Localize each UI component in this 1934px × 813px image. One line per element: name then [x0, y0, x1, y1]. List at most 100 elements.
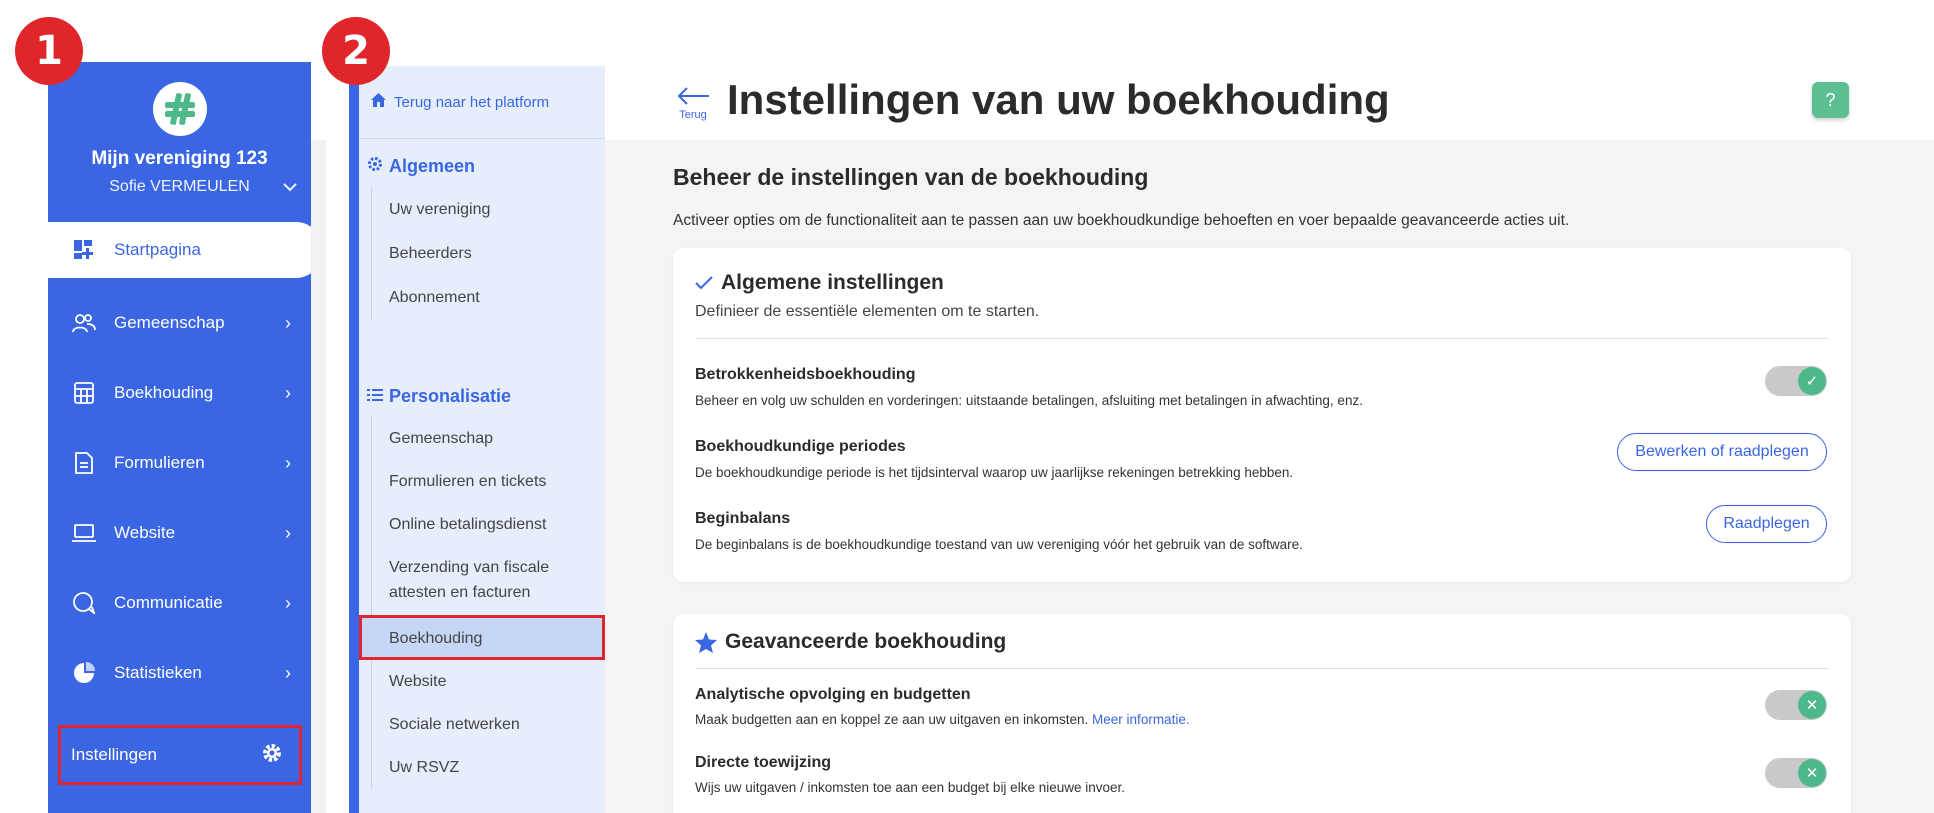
- subnav-item-sociale-netwerken[interactable]: Sociale netwerken: [359, 703, 605, 746]
- setting-title: Analytische opvolging en budgetten: [695, 686, 971, 703]
- check-icon: [695, 276, 713, 290]
- subnav-item-verzending[interactable]: Verzending van fiscale attesten en factu…: [359, 546, 605, 615]
- card-title: Algemene instellingen: [695, 271, 944, 295]
- view-opening-balance-button[interactable]: Raadplegen: [1706, 505, 1827, 543]
- advanced-accounting-card: Geavanceerde boekhouding Analytische opv…: [673, 614, 1851, 813]
- card-title-label: Algemene instellingen: [721, 271, 944, 294]
- nav-item-instellingen[interactable]: Instellingen: [58, 725, 302, 785]
- chevron-right-icon: ›: [285, 522, 291, 543]
- setting-description: De beginbalans is de boekhoudkundige toe…: [695, 537, 1303, 552]
- gear-icon: [367, 156, 383, 177]
- chevron-right-icon: ›: [285, 312, 291, 333]
- chevron-right-icon: ›: [285, 592, 291, 613]
- user-name: Sofie VERMEULEN: [109, 178, 250, 195]
- community-icon: [72, 311, 96, 335]
- main-content: Beheer de instellingen van de boekhoudin…: [605, 140, 1934, 813]
- section-heading: Beheer de instellingen van de boekhoudin…: [673, 164, 1149, 190]
- laptop-icon: [72, 521, 96, 545]
- nav-item-label: Formulieren: [114, 453, 205, 472]
- direct-assignment-toggle[interactable]: ✕: [1765, 758, 1827, 788]
- chevron-right-icon: ›: [285, 452, 291, 473]
- card-divider: [695, 668, 1829, 669]
- nav-item-boekhouding[interactable]: Boekhouding ›: [48, 358, 311, 428]
- pie-chart-icon: [72, 661, 96, 685]
- star-icon: [695, 631, 717, 653]
- setting-title: Beginbalans: [695, 510, 791, 527]
- check-icon: ✓: [1798, 367, 1826, 395]
- setting-description: De boekhoudkundige periode is het tijdsi…: [695, 465, 1294, 480]
- subnav-item-beheerders[interactable]: Beheerders: [359, 231, 605, 275]
- close-icon: ✕: [1798, 759, 1826, 787]
- document-icon: [72, 451, 96, 475]
- step-marker-1: 1: [15, 17, 83, 85]
- card-divider: [695, 338, 1829, 339]
- setting-description: Wijs uw uitgaven / inkomsten toe aan een…: [695, 780, 1126, 795]
- back-to-platform-label: Terug naar het platform: [394, 93, 550, 111]
- nav-item-startpagina[interactable]: Startpagina: [48, 222, 322, 278]
- page-title: Instellingen van uw boekhouding: [727, 76, 1390, 123]
- org-switcher[interactable]: Mijn vereniging 123 Sofie VERMEULEN: [48, 62, 311, 196]
- home-icon: [371, 93, 386, 111]
- setting-description: Maak budgetten aan en koppel ze aan uw u…: [695, 712, 1190, 727]
- setting-description-text: Maak budgetten aan en koppel ze aan uw u…: [695, 712, 1089, 727]
- subnav-item-formulieren[interactable]: Formulieren en tickets: [359, 460, 605, 503]
- settings-label: Instellingen: [71, 745, 158, 764]
- general-settings-card: Algemene instellingen Definieer de essen…: [673, 248, 1851, 582]
- setting-title: Boekhoudkundige periodes: [695, 438, 906, 455]
- nav-item-label: Statistieken: [114, 663, 202, 682]
- help-button[interactable]: ?: [1812, 82, 1849, 118]
- card-title: Geavanceerde boekhouding: [695, 630, 1006, 654]
- section-title-label: Personalisatie: [389, 385, 512, 406]
- subnav-item-boekhouding[interactable]: Boekhouding: [359, 615, 605, 660]
- nav-item-website[interactable]: Website ›: [48, 498, 311, 568]
- nav-item-label: Startpagina: [114, 240, 201, 259]
- nav-item-communicatie[interactable]: Communicatie ›: [48, 568, 311, 638]
- subnav-rail: [349, 66, 359, 813]
- main-nav: Startpagina Gemeenschap › Boekhouding › …: [48, 222, 322, 708]
- chevron-right-icon: ›: [285, 662, 291, 683]
- arrow-left-icon: [677, 87, 709, 105]
- subnav-item-online-betalingsdienst[interactable]: Online betalingsdienst: [359, 503, 605, 546]
- setting-title: Directe toewijzing: [695, 754, 832, 771]
- subnav-item-abonnement[interactable]: Abonnement: [359, 275, 605, 319]
- list-icon: [367, 386, 383, 407]
- gear-icon: [261, 742, 283, 769]
- settings-subnav: Terug naar het platform Algemeen Uw vere…: [359, 66, 605, 813]
- section-intro: Activeer opties om de functionaliteit aa…: [673, 212, 1570, 229]
- subnav-item-uw-vereniging[interactable]: Uw vereniging: [359, 187, 605, 231]
- org-logo: [152, 82, 207, 136]
- nav-item-label: Gemeenschap: [114, 313, 225, 332]
- chevron-right-icon: ›: [285, 382, 291, 403]
- nav-item-gemeenschap[interactable]: Gemeenschap ›: [48, 288, 311, 358]
- setting-title: Betrokkenheidsboekhouding: [695, 366, 916, 383]
- subnav-item-uw-rsvz[interactable]: Uw RSVZ: [359, 746, 605, 789]
- calculator-icon: [72, 381, 96, 405]
- chevron-down-icon[interactable]: [283, 179, 297, 197]
- betrokkenheidsboekhouding-toggle[interactable]: ✓: [1765, 366, 1827, 396]
- back-button[interactable]: Terug: [673, 86, 713, 121]
- page-header: Terug Instellingen van uw boekhouding ?: [605, 66, 1934, 140]
- nav-item-label: Communicatie: [114, 593, 223, 612]
- section-title-personalisatie: Personalisatie: [359, 381, 605, 411]
- back-label: Terug: [679, 109, 707, 121]
- setting-description: Beheer en volg uw schulden en vorderinge…: [695, 393, 1363, 408]
- card-subtitle: Definieer de essentiële elementen om te …: [695, 303, 1040, 320]
- back-to-platform-link[interactable]: Terug naar het platform: [359, 66, 605, 139]
- sidebar-divider: [311, 140, 326, 813]
- dashboard-icon: [72, 238, 96, 262]
- subnav-item-website[interactable]: Website: [359, 660, 605, 703]
- org-name: Mijn vereniging 123: [91, 148, 268, 169]
- subnav-item-gemeenschap[interactable]: Gemeenschap: [359, 417, 605, 460]
- nav-item-label: Website: [114, 523, 176, 542]
- main-sidebar: Mijn vereniging 123 Sofie VERMEULEN Star…: [48, 62, 322, 813]
- more-info-link[interactable]: Meer informatie.: [1092, 712, 1190, 727]
- nav-item-formulieren[interactable]: Formulieren ›: [48, 428, 311, 498]
- card-title-label: Geavanceerde boekhouding: [725, 630, 1007, 653]
- analytics-budget-toggle[interactable]: ✕: [1765, 690, 1827, 720]
- edit-periods-button[interactable]: Bewerken of raadplegen: [1617, 433, 1827, 471]
- close-icon: ✕: [1798, 691, 1826, 719]
- chat-icon: [72, 591, 96, 615]
- section-title-label: Algemeen: [389, 155, 476, 176]
- nav-item-label: Boekhouding: [114, 383, 214, 402]
- nav-item-statistieken[interactable]: Statistieken ›: [48, 638, 311, 708]
